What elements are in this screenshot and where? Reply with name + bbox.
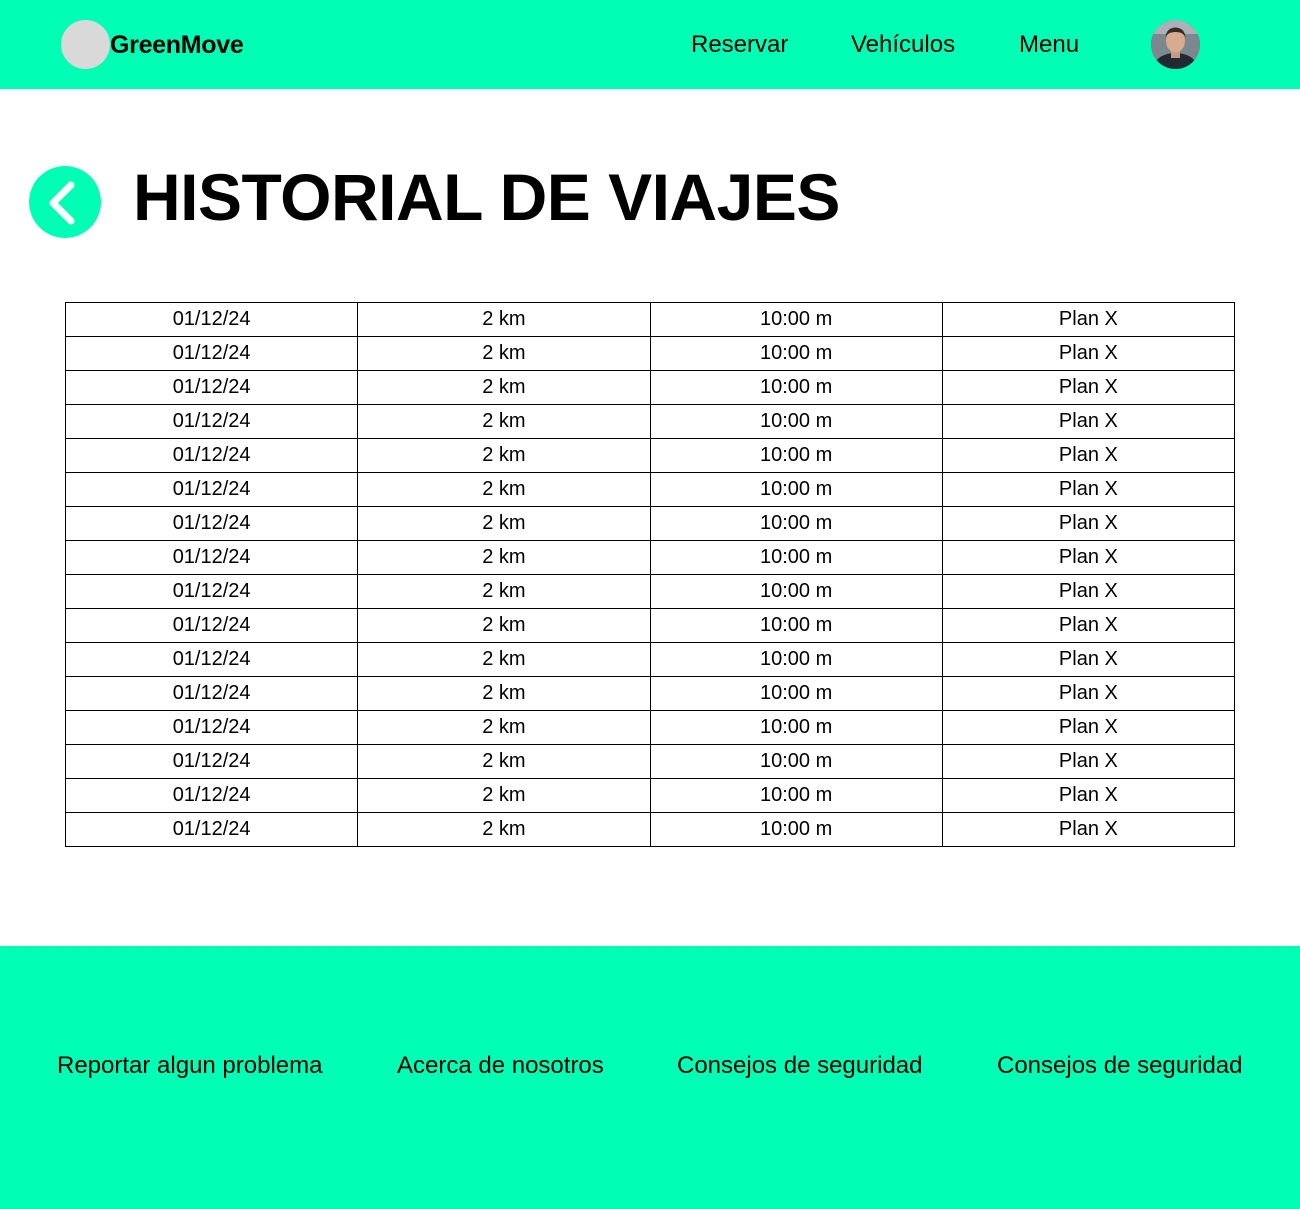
trip-date-cell: 01/12/24 — [64, 744, 359, 779]
nav-menu[interactable]: Menu — [1019, 30, 1079, 60]
trip-duration-cell: 10:00 m — [649, 744, 943, 779]
back-button[interactable] — [29, 166, 101, 238]
trip-duration-cell: 10:00 m — [649, 812, 943, 847]
trip-date-cell: 01/12/24 — [64, 676, 359, 711]
table-row: 01/12/24 2 km 10:00 m Plan X — [64, 676, 1236, 711]
table-row: 01/12/24 2 km 10:00 m Plan X — [64, 744, 1236, 779]
trip-distance-cell: 2 km — [357, 404, 651, 439]
trip-plan-cell: Plan X — [941, 302, 1236, 337]
trip-date-cell: 01/12/24 — [64, 710, 359, 745]
logo[interactable] — [61, 20, 110, 69]
trip-duration-cell: 10:00 m — [649, 336, 943, 371]
user-avatar-icon — [1151, 20, 1200, 69]
trip-plan-cell: Plan X — [941, 778, 1236, 813]
trip-plan-cell: Plan X — [941, 608, 1236, 643]
trip-date-cell: 01/12/24 — [64, 438, 359, 473]
trip-distance-cell: 2 km — [357, 438, 651, 473]
table-row: 01/12/24 2 km 10:00 m Plan X — [64, 574, 1236, 609]
trip-distance-cell: 2 km — [357, 574, 651, 609]
top-navbar: GreenMove Reservar Vehículos Menu — [0, 0, 1300, 89]
table-row: 01/12/24 2 km 10:00 m Plan X — [64, 608, 1236, 643]
footer-link-reportar-problema[interactable]: Reportar algun problema — [57, 1051, 323, 1081]
trip-plan-cell: Plan X — [941, 676, 1236, 711]
nav-reservar[interactable]: Reservar — [691, 30, 788, 60]
footer-link-acerca-de-nosotros[interactable]: Acerca de nosotros — [397, 1051, 604, 1081]
trip-distance-cell: 2 km — [357, 676, 651, 711]
table-row: 01/12/24 2 km 10:00 m Plan X — [64, 404, 1236, 439]
trip-duration-cell: 10:00 m — [649, 438, 943, 473]
trip-distance-cell: 2 km — [357, 608, 651, 643]
trip-distance-cell: 2 km — [357, 642, 651, 677]
trip-date-cell: 01/12/24 — [64, 540, 359, 575]
nav-vehiculos[interactable]: Vehículos — [851, 30, 955, 60]
trip-plan-cell: Plan X — [941, 404, 1236, 439]
trip-plan-cell: Plan X — [941, 710, 1236, 745]
trip-date-cell: 01/12/24 — [64, 812, 359, 847]
trip-distance-cell: 2 km — [357, 540, 651, 575]
trip-date-cell: 01/12/24 — [64, 642, 359, 677]
table-row: 01/12/24 2 km 10:00 m Plan X — [64, 540, 1236, 575]
trip-duration-cell: 10:00 m — [649, 506, 943, 541]
table-row: 01/12/24 2 km 10:00 m Plan X — [64, 336, 1236, 371]
trip-distance-cell: 2 km — [357, 472, 651, 507]
trip-duration-cell: 10:00 m — [649, 642, 943, 677]
trip-plan-cell: Plan X — [941, 506, 1236, 541]
trip-plan-cell: Plan X — [941, 540, 1236, 575]
trip-plan-cell: Plan X — [941, 574, 1236, 609]
trip-duration-cell: 10:00 m — [649, 370, 943, 405]
brand-name[interactable]: GreenMove — [110, 29, 244, 61]
trip-date-cell: 01/12/24 — [64, 370, 359, 405]
table-row: 01/12/24 2 km 10:00 m Plan X — [64, 370, 1236, 405]
trip-history-table: 01/12/24 2 km 10:00 m Plan X 01/12/24 2 km 10:… — [64, 302, 1236, 847]
trip-date-cell: 01/12/24 — [64, 778, 359, 813]
trip-date-cell: 01/12/24 — [64, 506, 359, 541]
trip-distance-cell: 2 km — [357, 336, 651, 371]
chevron-left-icon — [49, 181, 75, 225]
trip-duration-cell: 10:00 m — [649, 574, 943, 609]
trip-distance-cell: 2 km — [357, 744, 651, 779]
trip-plan-cell: Plan X — [941, 370, 1236, 405]
page-title: HISTORIAL DE VIAJES — [133, 160, 840, 234]
trip-distance-cell: 2 km — [357, 506, 651, 541]
trip-distance-cell: 2 km — [357, 778, 651, 813]
trip-plan-cell: Plan X — [941, 642, 1236, 677]
trip-duration-cell: 10:00 m — [649, 608, 943, 643]
trip-distance-cell: 2 km — [357, 370, 651, 405]
trip-plan-cell: Plan X — [941, 336, 1236, 371]
trip-date-cell: 01/12/24 — [64, 302, 359, 337]
trip-distance-cell: 2 km — [357, 302, 651, 337]
table-row: 01/12/24 2 km 10:00 m Plan X — [64, 642, 1236, 677]
trip-duration-cell: 10:00 m — [649, 404, 943, 439]
trip-distance-cell: 2 km — [357, 812, 651, 847]
trip-duration-cell: 10:00 m — [649, 540, 943, 575]
footer-link-consejos-seguridad-2[interactable]: Consejos de seguridad — [997, 1051, 1243, 1081]
trip-duration-cell: 10:00 m — [649, 710, 943, 745]
trip-date-cell: 01/12/24 — [64, 336, 359, 371]
table-row: 01/12/24 2 km 10:00 m Plan X — [64, 778, 1236, 813]
trip-date-cell: 01/12/24 — [64, 404, 359, 439]
user-avatar[interactable] — [1151, 20, 1200, 69]
table-row: 01/12/24 2 km 10:00 m Plan X — [64, 506, 1236, 541]
trip-duration-cell: 10:00 m — [649, 472, 943, 507]
trip-duration-cell: 10:00 m — [649, 302, 943, 337]
trip-date-cell: 01/12/24 — [64, 472, 359, 507]
trip-duration-cell: 10:00 m — [649, 778, 943, 813]
trip-duration-cell: 10:00 m — [649, 676, 943, 711]
table-row: 01/12/24 2 km 10:00 m Plan X — [64, 438, 1236, 473]
trip-distance-cell: 2 km — [357, 710, 651, 745]
footer: Reportar algun problema Acerca de nosotr… — [0, 946, 1300, 1209]
table-row: 01/12/24 2 km 10:00 m Plan X — [64, 302, 1236, 337]
trip-plan-cell: Plan X — [941, 744, 1236, 779]
footer-link-consejos-seguridad[interactable]: Consejos de seguridad — [677, 1051, 923, 1081]
table-row: 01/12/24 2 km 10:00 m Plan X — [64, 710, 1236, 745]
trip-date-cell: 01/12/24 — [64, 574, 359, 609]
table-row: 01/12/24 2 km 10:00 m Plan X — [64, 472, 1236, 507]
trip-plan-cell: Plan X — [941, 472, 1236, 507]
table-row: 01/12/24 2 km 10:00 m Plan X — [64, 812, 1236, 847]
trip-plan-cell: Plan X — [941, 812, 1236, 847]
trip-date-cell: 01/12/24 — [64, 608, 359, 643]
trip-plan-cell: Plan X — [941, 438, 1236, 473]
